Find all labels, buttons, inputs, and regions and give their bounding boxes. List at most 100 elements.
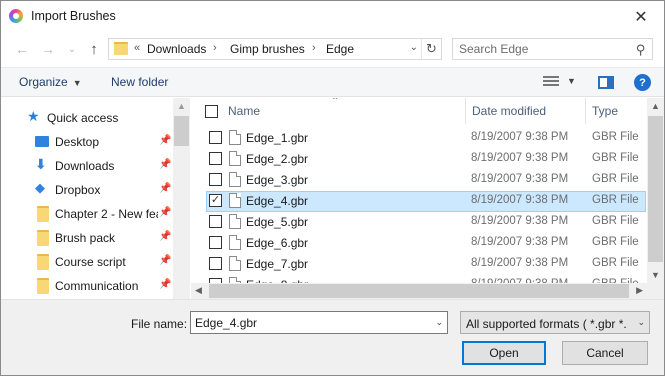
chevron-down-icon[interactable]: ⌄ xyxy=(435,317,443,328)
preview-pane-icon[interactable] xyxy=(598,76,614,89)
column-name[interactable]: Name xyxy=(228,104,260,118)
sidebar-item-dropbox[interactable]: ◆ Dropbox 📌 xyxy=(1,178,173,202)
column-divider[interactable] xyxy=(465,98,466,124)
scrollbar-corner xyxy=(647,283,664,299)
scroll-right-icon[interactable]: ▶ xyxy=(636,285,643,296)
scrollbar-thumb[interactable] xyxy=(648,116,663,262)
help-icon[interactable]: ? xyxy=(634,74,651,91)
file-type-filter-value: All supported formats ( *.gbr *.g xyxy=(466,317,626,331)
row-checkbox[interactable] xyxy=(209,215,222,228)
scroll-up-icon[interactable]: ▲ xyxy=(651,101,660,111)
new-folder-button[interactable]: New folder xyxy=(111,75,168,89)
organize-menu[interactable]: Organize ▼ xyxy=(19,75,82,89)
search-box[interactable]: ⚲ xyxy=(452,38,653,60)
search-icon[interactable]: ⚲ xyxy=(636,42,646,58)
row-checkbox[interactable] xyxy=(209,236,222,249)
file-row[interactable]: Edge_1.gbr 8/19/2007 9:38 PM GBR File xyxy=(206,128,646,149)
column-header: ⌃ Name Date modified Type xyxy=(191,98,647,124)
file-type: GBR File xyxy=(592,131,639,143)
back-button[interactable]: ← xyxy=(13,40,31,58)
sidebar-item-label: Quick access xyxy=(47,111,119,125)
row-checkbox[interactable] xyxy=(209,152,222,165)
sidebar-item-communication[interactable]: Communication 📌 xyxy=(1,274,173,298)
file-name: Edge_5.gbr xyxy=(246,215,309,229)
file-row-selected[interactable]: ✓ Edge_4.gbr 8/19/2007 9:38 PM GBR File xyxy=(206,191,646,212)
file-icon xyxy=(229,172,241,187)
scroll-down-icon[interactable]: ▼ xyxy=(651,270,660,280)
chevron-down-icon: ⌄ xyxy=(67,43,77,55)
row-checkbox[interactable] xyxy=(209,257,222,270)
scroll-up-icon[interactable]: ▲ xyxy=(177,101,186,111)
sidebar-item-brush-pack[interactable]: Brush pack 📌 xyxy=(1,226,173,250)
scrollbar-thumb[interactable] xyxy=(209,284,629,298)
sidebar-item-chapter-2[interactable]: Chapter 2 - New fea 📌 xyxy=(1,202,173,226)
open-button[interactable]: Open xyxy=(462,341,546,365)
sidebar-item-desktop[interactable]: Desktop 📌 xyxy=(1,130,173,154)
file-type-filter[interactable]: All supported formats ( *.gbr *.g ⌄ xyxy=(460,311,650,334)
desktop-icon xyxy=(35,136,49,147)
pin-icon: 📌 xyxy=(159,255,172,266)
sidebar-item-downloads[interactable]: ⬇ Downloads 📌 xyxy=(1,154,173,178)
help-label: ? xyxy=(639,76,646,89)
up-button[interactable]: ↑ xyxy=(85,40,103,58)
column-date-modified[interactable]: Date modified xyxy=(472,104,546,118)
view-dropdown-icon[interactable]: ▼ xyxy=(567,76,576,86)
row-checkbox[interactable] xyxy=(209,173,222,186)
pin-icon: 📌 xyxy=(159,135,172,146)
breadcrumb-separator-icon[interactable]: › xyxy=(213,42,217,54)
file-type: GBR File xyxy=(592,215,639,227)
breadcrumb-gimp-brushes[interactable]: Gimp brushes xyxy=(230,42,305,56)
file-date: 8/19/2007 9:38 PM xyxy=(471,131,569,143)
file-type: GBR File xyxy=(592,173,639,185)
address-bar[interactable]: « Downloads › Gimp brushes › Edge ⌄ ↻ xyxy=(108,38,442,60)
select-all-checkbox[interactable] xyxy=(205,105,218,118)
folder-icon xyxy=(37,278,49,294)
view-options-icon[interactable] xyxy=(543,76,559,88)
breadcrumb-downloads[interactable]: Downloads xyxy=(147,42,206,56)
file-date: 8/19/2007 9:38 PM xyxy=(471,152,569,164)
file-type: GBR File xyxy=(592,257,639,269)
pin-icon: 📌 xyxy=(159,207,172,218)
file-name: Edge_2.gbr xyxy=(246,152,309,166)
file-type: GBR File xyxy=(592,236,639,248)
breadcrumb-edge[interactable]: Edge xyxy=(326,42,354,56)
file-date: 8/19/2007 9:38 PM xyxy=(471,215,569,227)
recent-locations-button[interactable]: ⌄ xyxy=(63,40,81,58)
forward-arrow-icon: → xyxy=(41,41,55,57)
back-arrow-icon: ← xyxy=(15,41,29,57)
column-type[interactable]: Type xyxy=(592,104,618,118)
vertical-scrollbar[interactable]: ▲ ▼ xyxy=(647,98,664,283)
forward-button[interactable]: → xyxy=(39,40,57,58)
address-dropdown-icon[interactable]: ⌄ xyxy=(410,42,418,53)
overflow-chevron-icon[interactable]: « xyxy=(134,42,140,54)
file-row[interactable]: Edge_6.gbr 8/19/2007 9:38 PM GBR File xyxy=(206,233,646,254)
sidebar-item-course-script[interactable]: Course script 📌 xyxy=(1,250,173,274)
horizontal-scrollbar[interactable]: ◀ ▶ xyxy=(191,283,647,299)
cancel-label: Cancel xyxy=(586,346,624,360)
chevron-down-icon[interactable]: ⌄ xyxy=(637,317,645,328)
file-row[interactable]: Edge_5.gbr 8/19/2007 9:38 PM GBR File xyxy=(206,212,646,233)
file-name-combobox[interactable]: ⌄ xyxy=(190,311,448,334)
file-row[interactable]: Edge_3.gbr 8/19/2007 9:38 PM GBR File xyxy=(206,170,646,191)
scrollbar-thumb[interactable] xyxy=(174,116,189,146)
navigation-pane: ★ Quick access Desktop 📌 ⬇ Downloads 📌 ◆… xyxy=(1,98,191,299)
sidebar-item-quick-access[interactable]: ★ Quick access xyxy=(1,106,173,130)
folder-icon xyxy=(37,230,49,246)
breadcrumb-separator-icon[interactable]: › xyxy=(312,42,316,54)
file-row[interactable]: Edge_7.gbr 8/19/2007 9:38 PM GBR File xyxy=(206,254,646,275)
scroll-left-icon[interactable]: ◀ xyxy=(195,285,202,296)
search-input[interactable] xyxy=(459,42,629,56)
close-button[interactable]: ✕ xyxy=(618,1,664,32)
refresh-button[interactable]: ↻ xyxy=(421,39,441,59)
close-icon: ✕ xyxy=(634,8,648,26)
cancel-button[interactable]: Cancel xyxy=(562,341,648,365)
file-name-input[interactable] xyxy=(195,316,425,330)
file-name: Edge_3.gbr xyxy=(246,173,309,187)
file-row[interactable]: Edge_2.gbr 8/19/2007 9:38 PM GBR File xyxy=(206,149,646,170)
row-checkbox-checked[interactable]: ✓ xyxy=(209,194,222,207)
new-folder-label: New folder xyxy=(111,75,169,89)
navigation-scrollbar[interactable]: ▲ xyxy=(173,98,190,299)
import-brushes-dialog: Import Brushes ✕ ← → ⌄ ↑ « Downloads › G… xyxy=(0,0,665,376)
column-divider[interactable] xyxy=(585,98,586,124)
row-checkbox[interactable] xyxy=(209,131,222,144)
